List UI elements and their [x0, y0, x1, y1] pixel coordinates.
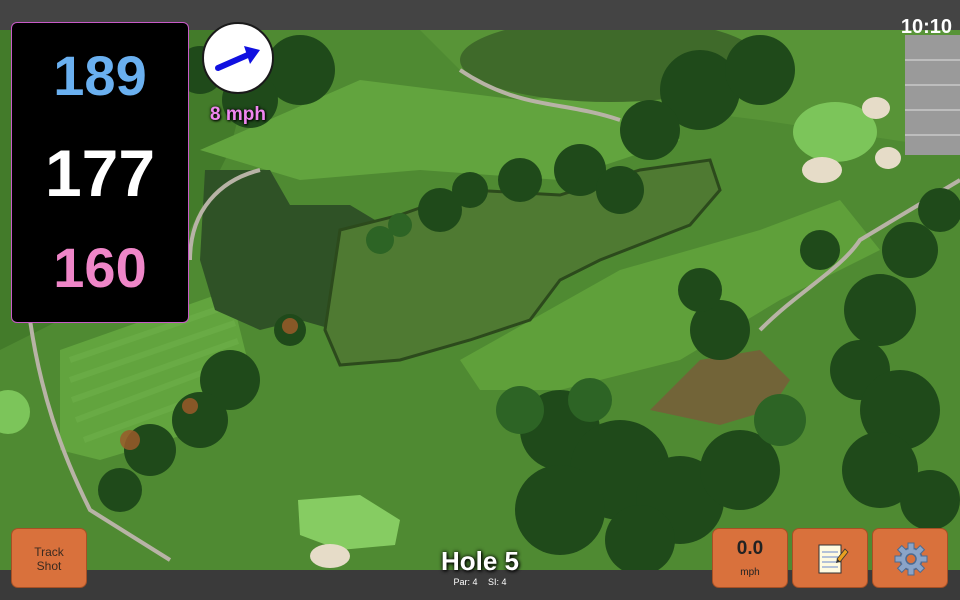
track-shot-label-line2: Shot — [36, 559, 62, 573]
distance-panel: 189 177 160 — [11, 22, 189, 323]
distance-front: 160 — [53, 236, 147, 299]
track-shot-label-line1: Track — [34, 545, 64, 559]
speed-value: 0.0 — [736, 538, 764, 559]
notes-button[interactable] — [792, 528, 868, 588]
speed-button[interactable]: 0.0 mph — [712, 528, 788, 588]
wind-speed-label: 8 mph — [210, 104, 266, 125]
distance-back: 189 — [53, 44, 147, 107]
settings-button[interactable] — [872, 528, 948, 588]
speed-unit: mph — [740, 567, 760, 578]
hole-info: Par: 4 SI: 4 — [380, 577, 580, 587]
hole-par: Par: 4 — [453, 577, 478, 587]
wind-direction-arrow-icon — [215, 46, 260, 71]
notepad-icon — [818, 544, 849, 574]
hole-stroke-index: SI: 4 — [488, 577, 507, 587]
clock: 10:10 — [900, 16, 952, 38]
track-shot-button[interactable]: Track Shot — [11, 528, 87, 588]
track-shot-label: Track Shot — [12, 545, 86, 573]
gear-icon — [894, 542, 928, 576]
distance-middle: 177 — [44, 136, 156, 210]
wind-direction-indicator — [202, 22, 274, 94]
hole-title: Hole 5 — [440, 546, 520, 576]
